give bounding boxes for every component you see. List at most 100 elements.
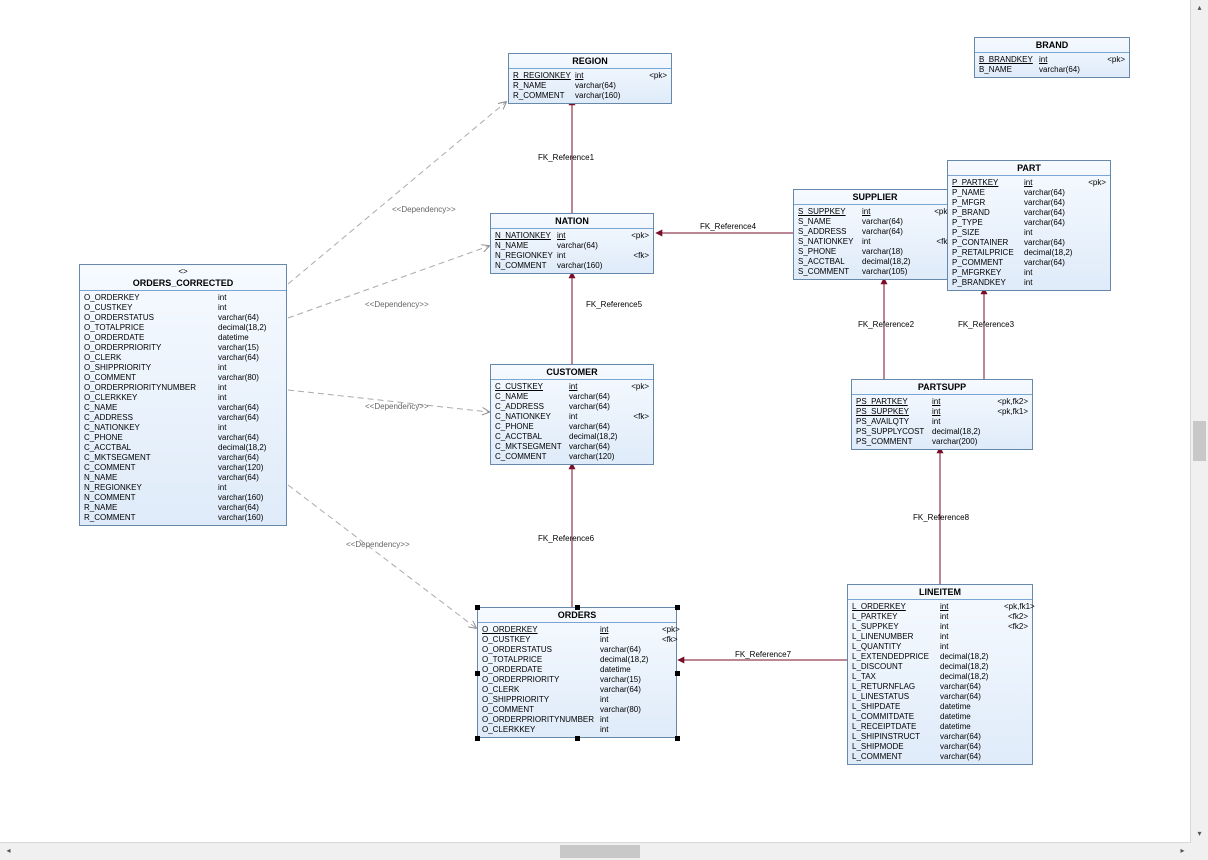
selection-handle[interactable] (675, 671, 680, 676)
column-flag (988, 427, 1028, 437)
entity-brand[interactable]: BRANDB_BRANDKEYint<pk>B_NAMEvarchar(64) (974, 37, 1130, 78)
column-type: int (940, 632, 998, 642)
column-flag: <pk,fk1> (998, 602, 1035, 612)
column-row: P_MFGRvarchar(64) (952, 198, 1106, 208)
scrollbar-thumb[interactable] (1193, 421, 1206, 461)
column-name: S_NATIONKEY (798, 237, 862, 247)
column-name: S_COMMENT (798, 267, 862, 277)
column-type: int (940, 642, 998, 652)
column-type: varchar(64) (569, 422, 625, 432)
column-flag (280, 373, 286, 383)
column-name: L_SHIPINSTRUCT (852, 732, 940, 742)
entity-part[interactable]: PARTP_PARTKEYint<pk>P_NAMEvarchar(64)P_M… (947, 160, 1111, 291)
column-name: P_NAME (952, 188, 1024, 198)
column-type: int (218, 303, 280, 313)
column-flag (1082, 218, 1106, 228)
entity-title: REGION (509, 54, 671, 69)
column-flag (625, 402, 649, 412)
column-name: L_QUANTITY (852, 642, 940, 652)
column-row: N_REGIONKEYint<fk> (495, 251, 649, 261)
dependency-label: <<Dependency>> (392, 205, 456, 214)
column-name: C_COMMENT (84, 463, 218, 473)
column-name: S_ADDRESS (798, 227, 862, 237)
fk-label-ref6: FK_Reference6 (538, 534, 594, 543)
fk-label-ref7: FK_Reference7 (735, 650, 791, 659)
column-type: varchar(64) (218, 503, 280, 513)
column-flag (280, 383, 286, 393)
column-type: decimal(18,2) (218, 323, 280, 333)
entity-lineitem[interactable]: LINEITEML_ORDERKEYint<pk,fk1>L_PARTKEYin… (847, 584, 1033, 765)
selection-handle[interactable] (675, 736, 680, 741)
selection-handle[interactable] (475, 671, 480, 676)
column-type: int (1024, 268, 1082, 278)
entity-orders-corrected[interactable]: <>ORDERS_CORRECTEDO_ORDERKEYintO_CUSTKEY… (79, 264, 287, 526)
column-type: varchar(64) (1024, 198, 1082, 208)
selection-handle[interactable] (575, 736, 580, 741)
column-name: O_ORDERKEY (482, 625, 600, 635)
column-flag (656, 715, 672, 725)
column-row: O_ORDERDATEdatetime (84, 333, 282, 343)
column-name: P_BRAND (952, 208, 1024, 218)
column-type: int (557, 231, 615, 241)
column-flag (988, 437, 1028, 447)
column-row: O_ORDERDATEdatetime (482, 665, 672, 675)
column-flag (656, 675, 672, 685)
scroll-left-arrow-icon[interactable]: ◂ (0, 843, 17, 860)
entity-region[interactable]: REGIONR_REGIONKEYint<pk>R_NAMEvarchar(64… (508, 53, 672, 104)
scrollbar-thumb[interactable] (560, 845, 640, 858)
scroll-right-arrow-icon[interactable]: ▸ (1174, 843, 1191, 860)
entity-orders[interactable]: ORDERSO_ORDERKEYint<pk>O_CUSTKEYint<fk>O… (477, 607, 677, 738)
entity-customer[interactable]: CUSTOMERC_CUSTKEYint<pk>C_NAMEvarchar(64… (490, 364, 654, 465)
vertical-scrollbar[interactable]: ▴ ▾ (1190, 0, 1208, 843)
entity-columns: N_NATIONKEYint<pk>N_NAMEvarchar(64)N_REG… (491, 229, 653, 273)
column-type: int (218, 423, 280, 433)
selection-handle[interactable] (675, 605, 680, 610)
column-name: O_ORDERPRIORITY (482, 675, 600, 685)
entity-nation[interactable]: NATIONN_NATIONKEYint<pk>N_NAMEvarchar(64… (490, 213, 654, 274)
horizontal-scrollbar[interactable]: ◂ ▸ (0, 842, 1191, 860)
column-name: O_CUSTKEY (84, 303, 218, 313)
column-row: L_COMMENTvarchar(64) (852, 752, 1028, 762)
column-row: O_COMMENTvarchar(80) (84, 373, 282, 383)
column-flag (998, 732, 1028, 742)
column-name: O_CLERK (482, 685, 600, 695)
column-row: PS_AVAILQTYint (856, 417, 1028, 427)
column-type: varchar(80) (600, 705, 656, 715)
column-type: varchar(64) (600, 645, 656, 655)
diagram-canvas[interactable]: FK_Reference1 FK_Reference5 FK_Reference… (0, 0, 1190, 844)
column-flag (988, 417, 1028, 427)
column-type: decimal(18,2) (569, 432, 625, 442)
column-row: S_ACCTBALdecimal(18,2) (798, 257, 952, 267)
selection-handle[interactable] (475, 736, 480, 741)
column-flag (280, 353, 286, 363)
column-type: int (940, 622, 998, 632)
column-flag: <pk,fk1> (988, 407, 1028, 417)
column-type: datetime (940, 702, 998, 712)
column-flag (625, 442, 649, 452)
entity-supplier[interactable]: SUPPLIERS_SUPPKEYint<pk>S_NAMEvarchar(64… (793, 189, 957, 280)
entity-partsupp[interactable]: PARTSUPPPS_PARTKEYint<pk,fk2>PS_SUPPKEYi… (851, 379, 1033, 450)
column-name: N_REGIONKEY (495, 251, 557, 261)
column-name: L_SUPPKEY (852, 622, 940, 632)
column-row: O_ORDERPRIORITYNUMBERint (84, 383, 282, 393)
scroll-down-arrow-icon[interactable]: ▾ (1191, 826, 1208, 843)
column-name: L_LINENUMBER (852, 632, 940, 642)
column-row: S_NATIONKEYint<fk> (798, 237, 952, 247)
column-name: S_NAME (798, 217, 862, 227)
column-flag: <pk> (1095, 55, 1125, 65)
column-flag (998, 712, 1028, 722)
scrollbar-track[interactable] (1191, 17, 1208, 826)
column-row: L_ORDERKEYint<pk,fk1> (852, 602, 1028, 612)
column-flag: <fk> (625, 412, 649, 422)
column-flag (656, 695, 672, 705)
column-type: decimal(18,2) (940, 652, 998, 662)
selection-handle[interactable] (575, 605, 580, 610)
selection-handle[interactable] (475, 605, 480, 610)
column-name: C_ADDRESS (495, 402, 569, 412)
column-flag: <pk,fk2> (988, 397, 1028, 407)
column-row: N_COMMENTvarchar(160) (84, 493, 282, 503)
column-type: datetime (218, 333, 280, 343)
scroll-up-arrow-icon[interactable]: ▴ (1191, 0, 1208, 17)
entity-columns: O_ORDERKEYintO_CUSTKEYintO_ORDERSTATUSva… (80, 291, 286, 525)
column-type: varchar(64) (940, 742, 998, 752)
